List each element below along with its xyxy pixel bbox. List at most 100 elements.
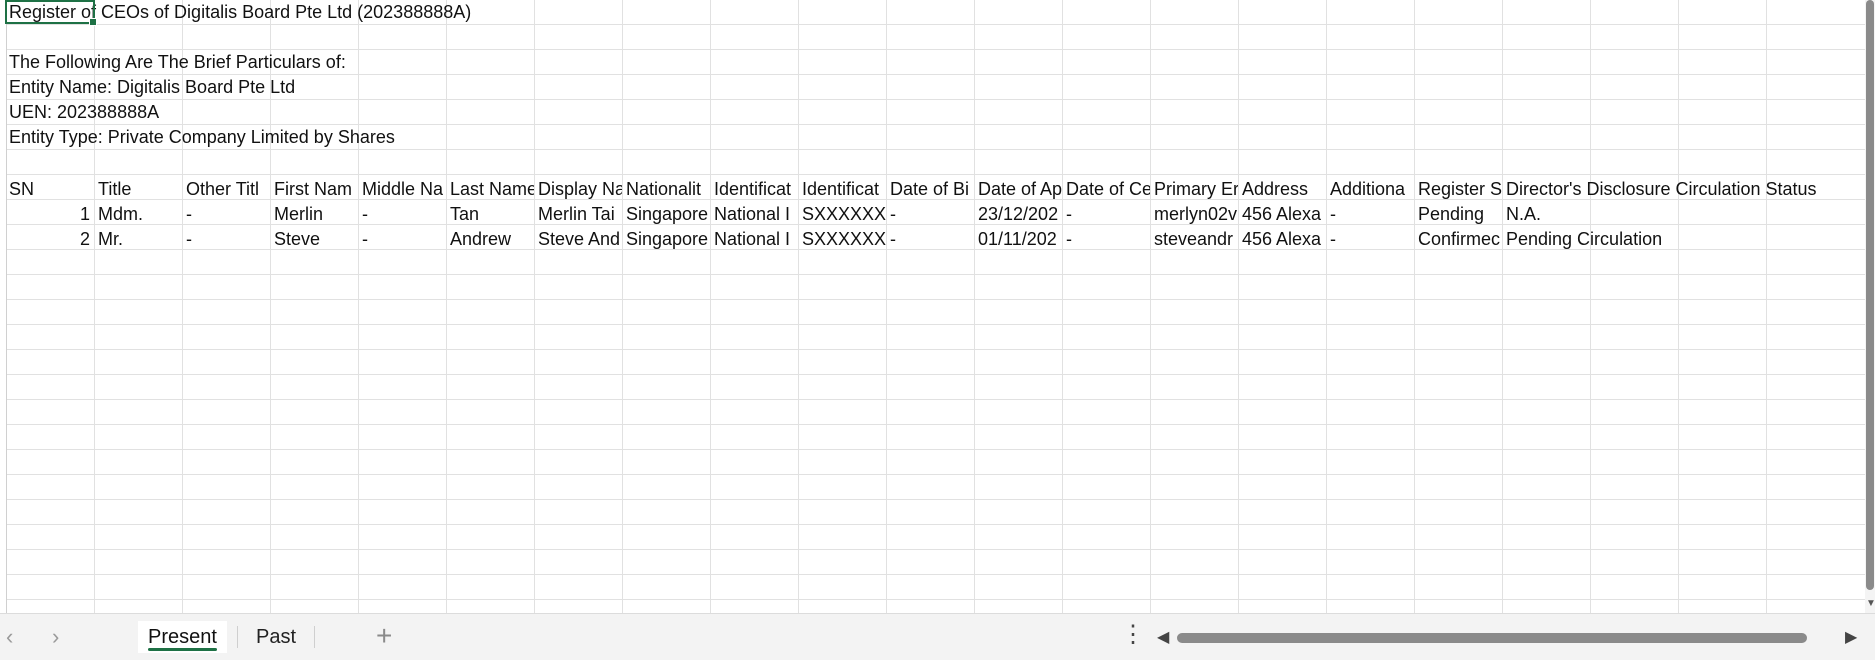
column-header[interactable]: Date of Ce	[1062, 177, 1150, 202]
row-gridline	[0, 299, 1865, 300]
table-cell[interactable]: Steve And	[534, 227, 622, 252]
table-cell[interactable]: 1	[5, 202, 94, 227]
table-cell[interactable]: merlyn02v	[1150, 202, 1238, 227]
table-cell[interactable]: 456 Alexa	[1238, 202, 1326, 227]
column-gridline	[622, 0, 623, 613]
scroll-left-icon[interactable]: ◀	[1157, 627, 1169, 647]
column-gridline	[710, 0, 711, 613]
column-header[interactable]: Director's Disclosure Circulation Status	[1502, 177, 1865, 202]
column-header[interactable]: Other Titl	[182, 177, 270, 202]
tab-past-label: Past	[256, 626, 297, 648]
row-gridline	[0, 499, 1865, 500]
column-header[interactable]: Additiona	[1326, 177, 1414, 202]
row-gridline	[0, 349, 1865, 350]
row-gridline	[0, 599, 1865, 600]
add-sheet-icon[interactable]: +	[376, 620, 392, 652]
table-cell[interactable]: -	[182, 227, 270, 252]
column-gridline	[446, 0, 447, 613]
column-gridline	[1502, 0, 1503, 613]
row-gridline	[0, 324, 1865, 325]
table-cell[interactable]: 23/12/202	[974, 202, 1062, 227]
table-cell[interactable]: SXXXXXXX)	[798, 202, 886, 227]
horizontal-scrollbar[interactable]: ◀ ▶	[1155, 627, 1865, 647]
uen-cell[interactable]: UEN: 202388888A	[5, 100, 159, 125]
table-cell[interactable]: N.A.	[1502, 202, 1865, 227]
column-header[interactable]: Primary Er	[1150, 177, 1238, 202]
table-cell[interactable]: Singapore	[622, 227, 710, 252]
entity-type-cell[interactable]: Entity Type: Private Company Limited by …	[5, 125, 395, 150]
entity-name-cell[interactable]: Entity Name: Digitalis Board Pte Ltd	[5, 75, 295, 100]
column-gridline	[534, 0, 535, 613]
table-cell[interactable]: National I	[710, 202, 798, 227]
row-gridline	[0, 399, 1865, 400]
column-header[interactable]: Date of Bi	[886, 177, 974, 202]
column-gridline	[1150, 0, 1151, 613]
table-cell[interactable]: 2	[5, 227, 94, 252]
scroll-down-icon[interactable]: ▼	[1866, 598, 1875, 609]
column-header[interactable]: Date of Ap	[974, 177, 1062, 202]
sheet-tab-bar: ‹ › Present Past + ⋮ ◀ ▶	[0, 613, 1875, 660]
table-cell[interactable]: -	[1062, 227, 1150, 252]
column-gridline	[974, 0, 975, 613]
scroll-right-icon[interactable]: ▶	[1845, 627, 1857, 647]
table-cell[interactable]: Steve	[270, 227, 358, 252]
table-cell[interactable]: Pending	[1414, 202, 1502, 227]
table-cell[interactable]: Andrew	[446, 227, 534, 252]
table-cell[interactable]: -	[182, 202, 270, 227]
column-gridline	[886, 0, 887, 613]
table-cell[interactable]: National I	[710, 227, 798, 252]
horizontal-scroll-thumb[interactable]	[1177, 633, 1807, 643]
register-title-cell[interactable]: Register of CEOs of Digitalis Board Pte …	[5, 0, 471, 25]
table-cell[interactable]: 456 Alexa	[1238, 227, 1326, 252]
table-cell[interactable]: SXXXXXXX/	[798, 227, 886, 252]
column-gridline	[1766, 0, 1767, 613]
column-header[interactable]: Identificat	[798, 177, 886, 202]
row-gridline	[0, 549, 1865, 550]
column-header[interactable]: Title	[94, 177, 182, 202]
table-cell[interactable]: Mdm.	[94, 202, 182, 227]
column-header[interactable]: Register S	[1414, 177, 1502, 202]
intro-cell[interactable]: The Following Are The Brief Particulars …	[5, 50, 346, 75]
table-cell[interactable]: -	[1062, 202, 1150, 227]
column-gridline	[1590, 0, 1591, 613]
column-header[interactable]: Address	[1238, 177, 1326, 202]
table-cell[interactable]: steveandr	[1150, 227, 1238, 252]
table-cell[interactable]: -	[886, 202, 974, 227]
table-cell[interactable]: Merlin Tai	[534, 202, 622, 227]
prev-sheet-icon[interactable]: ‹	[6, 624, 13, 650]
table-cell[interactable]: Confirmec	[1414, 227, 1502, 252]
table-cell[interactable]: 01/11/202	[974, 227, 1062, 252]
row-gridline	[0, 274, 1865, 275]
vertical-scroll-thumb[interactable]	[1866, 0, 1874, 590]
row-gridline	[0, 449, 1865, 450]
column-gridline	[1414, 0, 1415, 613]
table-cell[interactable]: Pending Circulation	[1502, 227, 1865, 252]
tab-present-label: Present	[148, 626, 217, 648]
table-cell[interactable]: -	[358, 202, 446, 227]
column-header[interactable]: Middle Na	[358, 177, 446, 202]
column-header[interactable]: Nationalit	[622, 177, 710, 202]
table-cell[interactable]: Singapore	[622, 202, 710, 227]
table-cell[interactable]: -	[358, 227, 446, 252]
table-cell[interactable]: -	[886, 227, 974, 252]
more-options-icon[interactable]: ⋮	[1121, 620, 1145, 649]
tab-divider	[314, 626, 315, 648]
column-header[interactable]: SN	[5, 177, 94, 202]
column-header[interactable]: First Nam	[270, 177, 358, 202]
table-cell[interactable]: Merlin	[270, 202, 358, 227]
table-cell[interactable]: -	[1326, 202, 1414, 227]
next-sheet-icon[interactable]: ›	[52, 624, 59, 650]
column-header[interactable]: Display Na	[534, 177, 622, 202]
table-cell[interactable]: -	[1326, 227, 1414, 252]
tab-present[interactable]: Present	[138, 621, 227, 653]
column-header[interactable]: Identificat	[710, 177, 798, 202]
worksheet-grid[interactable]: Register of CEOs of Digitalis Board Pte …	[0, 0, 1865, 613]
row-gridline	[0, 174, 1865, 175]
tab-past[interactable]: Past	[246, 621, 306, 653]
column-gridline	[1678, 0, 1679, 613]
column-gridline	[1326, 0, 1327, 613]
vertical-scrollbar[interactable]: ▼	[1865, 0, 1875, 613]
column-header[interactable]: Last Name	[446, 177, 534, 202]
table-cell[interactable]: Mr.	[94, 227, 182, 252]
table-cell[interactable]: Tan	[446, 202, 534, 227]
